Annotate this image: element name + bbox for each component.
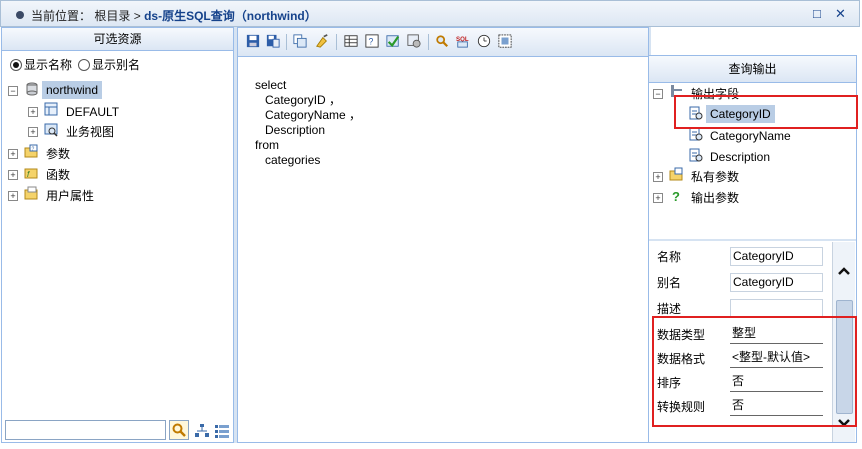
breadcrumb-current: ds-原生SQL查询（northwind） [144,9,317,23]
expand-toggle-icon[interactable]: + [8,170,18,180]
location-label: 当前位置： [31,9,92,23]
property-row-alias: 别名 CategoryID [649,270,832,295]
display-mode-options: 显示名称 显示别名 [8,55,228,73]
highlight-selected-field [674,95,858,129]
clear-icon[interactable] [314,33,330,49]
radio-show-name[interactable] [10,59,22,71]
tree-node-northwind[interactable]: − northwind [8,80,208,100]
tree-node-user-attributes[interactable]: + 用户属性 [8,185,208,205]
close-icon[interactable]: ✕ [835,7,846,21]
svg-text:?: ? [32,147,35,153]
radio-show-alias[interactable] [78,59,90,71]
tree-node-params[interactable]: + ? 参数 [8,143,208,163]
output-field-item[interactable]: Description [685,146,845,166]
list-view-icon[interactable] [214,423,230,439]
parameter-icon[interactable]: ? [364,33,380,49]
property-alias-value[interactable]: CategoryID [730,273,823,292]
table-icon[interactable] [343,33,359,49]
breadcrumb-root[interactable]: 根目录 [94,9,130,23]
breadcrumb-separator: > [133,9,141,23]
tree-node-private-params-label: 私有参数 [691,170,740,184]
property-row-name: 名称 CategoryID [649,244,832,269]
save-icon[interactable] [245,33,261,49]
save-as-icon[interactable] [265,33,281,49]
field-icon [689,127,703,141]
tree-node-output-params-label: 输出参数 [691,191,740,205]
function-folder-icon: f [24,168,38,179]
expand-toggle-icon[interactable]: + [653,172,663,182]
resource-search-input[interactable] [5,420,166,440]
search-button[interactable] [169,420,189,440]
business-view-icon [44,123,58,137]
title-bar: 当前位置： 根目录 > ds-原生SQL查询（northwind） □ ✕ [0,0,860,27]
tree-node-business-view-label: 业务视图 [66,125,115,139]
property-name-value[interactable]: CategoryID [730,247,823,266]
schema-icon [44,102,58,116]
tree-node-default[interactable]: + DEFAULT [28,101,228,121]
editor-toolbar: ? SQL [238,28,648,57]
validate-icon[interactable] [385,33,401,49]
search-icon [172,423,186,437]
maximize-icon[interactable]: □ [813,7,821,21]
tree-node-private-params[interactable]: + 私有参数 [653,166,853,186]
sql-text-area[interactable]: select CategoryID ， CategoryName ， Descr… [255,78,361,168]
copy-icon[interactable] [292,33,308,49]
sql-editor-panel: ? SQL select CategoryID ， CategoryName ，… [237,27,649,443]
scroll-up-icon[interactable] [837,266,851,276]
collapse-toggle-icon[interactable]: − [653,89,663,99]
svg-text:?: ? [369,37,374,47]
output-field-label: CategoryName [710,129,791,143]
query-output-header: 查询输出 [649,56,856,83]
expand-toggle-icon[interactable]: + [28,107,38,117]
search-icon[interactable] [434,33,450,49]
bullet-icon [16,11,24,19]
settings-icon[interactable] [406,33,422,49]
breadcrumb: 当前位置： 根目录 > ds-原生SQL查询（northwind） [31,7,317,24]
property-label: 描述 [657,302,682,316]
expand-toggle-icon[interactable]: + [653,193,663,203]
expand-toggle-icon[interactable]: + [28,127,38,137]
user-attribute-folder-icon [24,186,38,200]
property-splitter[interactable] [649,239,856,241]
tree-node-functions-label: 函数 [46,168,71,182]
output-field-label: Description [710,150,771,164]
parameter-folder-icon: ? [24,144,38,158]
resources-panel: 可选资源 显示名称 显示别名 − northwind + DEFAULT + 业… [1,27,234,443]
tree-node-functions[interactable]: + f 函数 [8,164,208,184]
resources-header: 可选资源 [2,28,233,51]
expand-toggle-icon[interactable]: + [8,191,18,201]
highlight-property-section [652,316,857,427]
preview-icon[interactable] [497,33,513,49]
tree-node-user-attributes-label: 用户属性 [46,189,95,203]
tree-node-params-label: 参数 [46,147,71,161]
database-icon [26,82,38,96]
collapse-toggle-icon[interactable]: − [8,86,18,96]
tree-node-output-params[interactable]: + ? 输出参数 [653,187,853,207]
tree-node-northwind-label: northwind [42,81,103,99]
tree-view-icon[interactable] [194,423,210,439]
property-label: 名称 [657,250,682,264]
question-icon: ? [672,189,680,204]
tree-node-business-view[interactable]: + 业务视图 [28,121,228,141]
radio-show-alias-label: 显示别名 [92,58,141,72]
sql-icon[interactable]: SQL [455,33,471,49]
clock-icon[interactable] [476,33,492,49]
parameter-folder-icon [669,167,683,181]
radio-show-name-label: 显示名称 [24,58,73,72]
field-icon [689,148,703,162]
tree-node-default-label: DEFAULT [66,105,120,119]
property-label: 别名 [657,276,682,290]
expand-toggle-icon[interactable]: + [8,149,18,159]
